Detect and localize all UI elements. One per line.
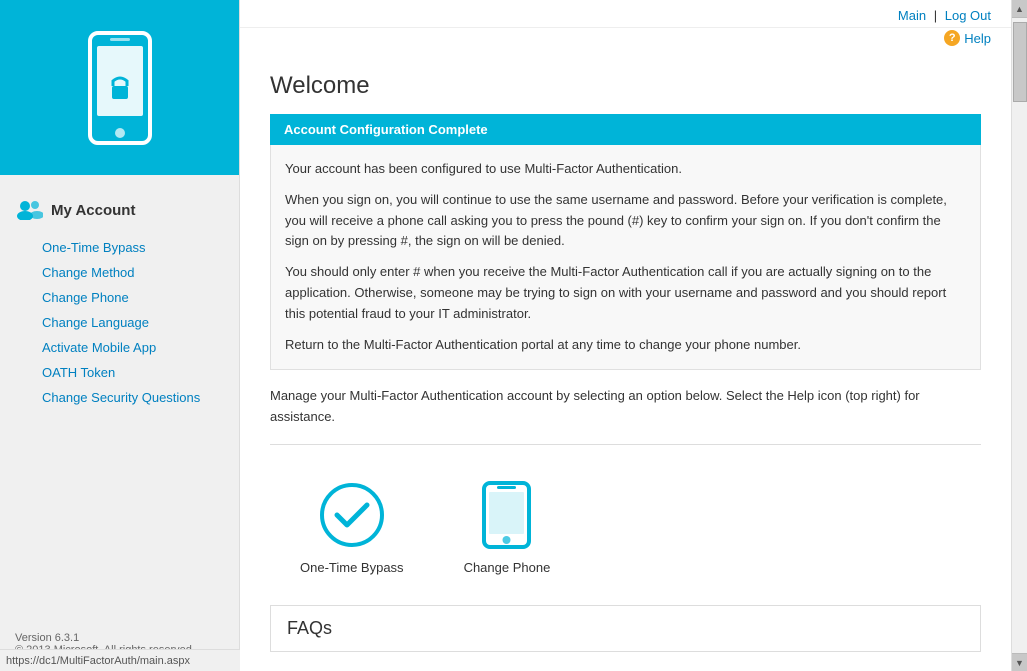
account-label: My Account [51,202,135,219]
manage-text: Manage your Multi-Factor Authentication … [270,386,981,428]
info-para-4: Return to the Multi-Factor Authenticatio… [285,335,966,356]
info-para-1: Your account has been configured to use … [285,159,966,180]
faqs-section: FAQs [270,605,981,652]
faqs-title: FAQs [287,618,964,639]
version-label: Version 6.3.1 [15,632,224,644]
page-title: Welcome [270,72,981,100]
section-divider [270,444,981,445]
help-link[interactable]: ? Help [240,28,1011,52]
status-url: https://dc1/MultiFactorAuth/main.aspx [6,655,190,667]
change-phone-label: Change Phone [464,560,551,575]
sidebar-item-oath-token[interactable]: OATH Token [0,360,239,385]
one-time-bypass-label: One-Time Bypass [300,560,404,575]
sidebar-nav: My Account One-Time Bypass Change Method… [0,175,239,622]
info-para-3: You should only enter # when you receive… [285,262,966,324]
account-icon [15,198,43,223]
sidebar-item-change-security-questions[interactable]: Change Security Questions [0,385,239,410]
info-para-2: When you sign on, you will continue to u… [285,190,966,252]
separator: | [934,8,941,23]
status-bar: https://dc1/MultiFactorAuth/main.aspx [0,649,240,671]
scrollbar-track: ▲ ▼ [1011,0,1027,671]
sidebar-item-activate-mobile-app[interactable]: Activate Mobile App [0,335,239,360]
sidebar-logo [0,0,239,175]
scrollbar-up-button[interactable]: ▲ [1012,0,1027,18]
icon-grid: One-Time Bypass Change Phone [270,470,981,585]
logo-icon [75,28,165,148]
top-bar-links: Main | Log Out [898,8,991,23]
help-label: Help [964,31,991,46]
info-box: Your account has been configured to use … [270,145,981,370]
scrollbar-down-button[interactable]: ▼ [1012,653,1027,671]
logout-link[interactable]: Log Out [945,8,991,23]
change-phone-button[interactable]: Change Phone [464,480,551,575]
top-bar: Main | Log Out [240,0,1011,28]
sidebar-item-change-language[interactable]: Change Language [0,310,239,335]
main-link[interactable]: Main [898,8,926,23]
sidebar-item-one-time-bypass[interactable]: One-Time Bypass [0,235,239,260]
scrollbar-thumb[interactable] [1013,22,1027,102]
sidebar-item-change-method[interactable]: Change Method [0,260,239,285]
my-account-section: My Account [0,190,239,235]
help-icon: ? [944,30,960,46]
one-time-bypass-button[interactable]: One-Time Bypass [300,480,404,575]
sidebar: My Account One-Time Bypass Change Method… [0,0,240,671]
main-content: Main | Log Out ? Help Welcome Account Co… [240,0,1011,671]
content-area: Welcome Account Configuration Complete Y… [240,52,1011,671]
sidebar-item-change-phone[interactable]: Change Phone [0,285,239,310]
config-banner: Account Configuration Complete [270,114,981,145]
